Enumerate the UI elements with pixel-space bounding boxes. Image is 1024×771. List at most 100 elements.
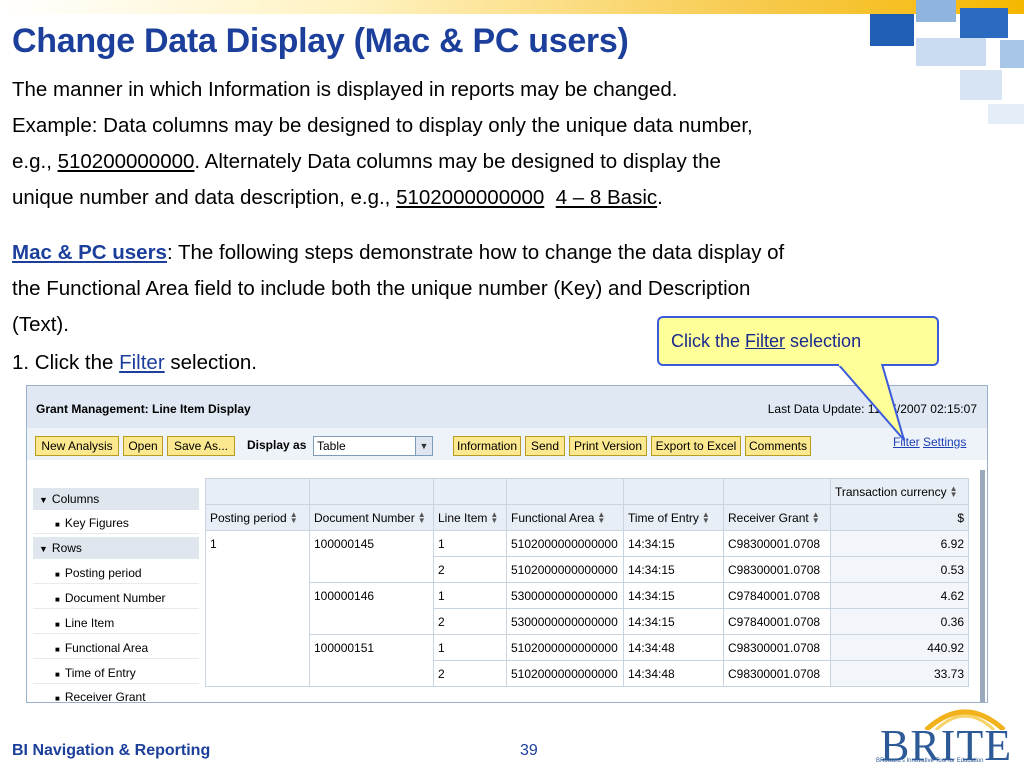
sort-icon[interactable]: ▲ ▼ bbox=[702, 511, 710, 525]
table-header-blank bbox=[205, 478, 310, 505]
table-cell: C98300001.0708 bbox=[723, 530, 831, 557]
table-cell bbox=[205, 660, 310, 687]
nav-line-item[interactable]: ■ Line Item bbox=[33, 612, 199, 634]
intro-line-3-pre: e.g., bbox=[12, 150, 58, 173]
table-cell: 5102000000000000 bbox=[506, 530, 624, 557]
information-button[interactable]: Information bbox=[453, 436, 521, 456]
brite-logo-tagline: BRoward's Innovative Tool for Education bbox=[876, 758, 984, 764]
table-cell: 2 bbox=[433, 608, 507, 635]
table-cell: 14:34:48 bbox=[623, 660, 724, 687]
sort-icon[interactable]: ▲ ▼ bbox=[812, 511, 820, 525]
col-header-time-of-entry[interactable]: Time of Entry ▲ ▼ bbox=[623, 504, 724, 531]
open-button[interactable]: Open bbox=[123, 436, 163, 456]
save-as-button[interactable]: Save As... bbox=[167, 436, 235, 456]
col-header-document-number[interactable]: Document Number ▲ ▼ bbox=[309, 504, 434, 531]
table-cell: 6.92 bbox=[830, 530, 969, 557]
step-1-post: selection. bbox=[164, 351, 257, 374]
bullet-icon: ■ bbox=[55, 570, 60, 579]
table-header-blank bbox=[309, 478, 434, 505]
table-row: 100000146 1 5300000000000000 14:34:15 C97840… bbox=[205, 582, 969, 609]
table-cell bbox=[309, 608, 434, 635]
intro-line-4-pre: unique number and data description, e.g.… bbox=[12, 186, 397, 209]
print-version-button[interactable]: Print Version bbox=[569, 436, 647, 456]
steps-line-2-text: the Functional Area field to include bot… bbox=[12, 277, 751, 300]
nav-rows[interactable]: ▼ Rows bbox=[33, 537, 199, 559]
table-header-blank bbox=[623, 478, 724, 505]
table-row: 100000151 1 5102000000000000 14:34:48 C98300… bbox=[205, 634, 969, 661]
intro-line-2-text: Example: Data columns may be designed to… bbox=[12, 114, 753, 137]
table-cell: C97840001.0708 bbox=[723, 582, 831, 609]
nav-functional-area[interactable]: ■ Functional Area bbox=[33, 637, 199, 659]
nav-time-of-entry[interactable]: ■ Time of Entry bbox=[33, 662, 199, 684]
table-cell: 5300000000000000 bbox=[506, 582, 624, 609]
chevron-down-icon[interactable]: ▼ bbox=[415, 437, 432, 455]
steps-line-2: the Functional Area field to include bot… bbox=[12, 271, 750, 307]
currency-header[interactable]: Transaction currency ▲ ▼ bbox=[830, 478, 969, 505]
currency-header-label: Transaction currency bbox=[835, 484, 947, 499]
nav-document-number[interactable]: ■ Document Number bbox=[33, 587, 199, 609]
sort-icon[interactable]: ▲ ▼ bbox=[290, 511, 298, 525]
col-header-amount: $ bbox=[830, 504, 969, 531]
nav-columns[interactable]: ▼ Columns bbox=[33, 488, 199, 510]
col-header-posting-period[interactable]: Posting period ▲ ▼ bbox=[205, 504, 310, 531]
bullet-icon: ■ bbox=[55, 645, 60, 654]
col-header-line-item[interactable]: Line Item ▲ ▼ bbox=[433, 504, 507, 531]
sort-icon[interactable]: ▲ ▼ bbox=[597, 511, 605, 525]
intro-line-4: unique number and data description, e.g.… bbox=[12, 180, 663, 216]
sort-icon[interactable]: ▲ ▼ bbox=[950, 485, 958, 499]
nav-columns-label: Columns bbox=[51, 492, 100, 506]
intro-line-3: e.g., 510200000000. Alternately Data col… bbox=[12, 144, 721, 180]
sort-icon[interactable]: ▲ ▼ bbox=[418, 511, 426, 525]
col-header-label: Posting period bbox=[210, 510, 287, 525]
nav-key-figures[interactable]: ■ Key Figures bbox=[33, 512, 199, 534]
table-cell: C98300001.0708 bbox=[723, 660, 831, 687]
caret-down-icon: ▼ bbox=[39, 495, 48, 505]
filter-callout: Click the Filter selection bbox=[657, 316, 939, 366]
table-cell: 1 bbox=[433, 530, 507, 557]
col-header-label: Time of Entry bbox=[628, 510, 699, 525]
bullet-icon: ■ bbox=[55, 520, 60, 529]
table-cell bbox=[205, 556, 310, 583]
new-analysis-button[interactable]: New Analysis bbox=[35, 436, 119, 456]
example-description: 4 – 8 Basic bbox=[555, 186, 658, 209]
sort-icon[interactable]: ▲ ▼ bbox=[490, 511, 498, 525]
send-button[interactable]: Send bbox=[525, 436, 565, 456]
bullet-icon: ■ bbox=[55, 670, 60, 679]
comments-button[interactable]: Comments bbox=[745, 436, 811, 456]
page-number: 39 bbox=[520, 742, 538, 759]
intro-line-3-post: . Alternately Data columns may be design… bbox=[194, 150, 721, 173]
callout-pointer bbox=[837, 364, 905, 441]
step-1-pre: 1. Click the bbox=[12, 351, 120, 374]
step-1-filter-link[interactable]: Filter bbox=[119, 351, 165, 374]
vertical-scrollbar[interactable] bbox=[980, 470, 985, 702]
deco-square-6 bbox=[960, 70, 1002, 100]
table-cell: C98300001.0708 bbox=[723, 634, 831, 661]
export-to-excel-button[interactable]: Export to Excel bbox=[651, 436, 741, 456]
col-header-functional-area[interactable]: Functional Area ▲ ▼ bbox=[506, 504, 624, 531]
settings-link[interactable]: Settings bbox=[923, 435, 966, 449]
col-header-receiver-grant[interactable]: Receiver Grant ▲ ▼ bbox=[723, 504, 831, 531]
footer-course-title: BI Navigation & Reporting bbox=[12, 742, 211, 759]
table-cell: 5102000000000000 bbox=[506, 634, 624, 661]
nav-posting-period[interactable]: ■ Posting period bbox=[33, 562, 199, 584]
table-cell: C97840001.0708 bbox=[723, 608, 831, 635]
table-cell bbox=[205, 582, 310, 609]
col-header-label: Receiver Grant bbox=[728, 510, 809, 525]
display-as-label: Display as bbox=[247, 438, 307, 452]
mac-pc-users-link[interactable]: Mac & PC users bbox=[12, 241, 167, 264]
callout-filter-link: Filter bbox=[745, 331, 786, 351]
intro-line-1: The manner in which Information is displ… bbox=[12, 72, 677, 108]
table-cell bbox=[309, 556, 434, 583]
results-table: Transaction currency ▲ ▼ Posting period ▲ ▼ … bbox=[205, 478, 969, 687]
bullet-icon: ■ bbox=[55, 595, 60, 604]
report-title: Grant Management: Line Item Display bbox=[36, 402, 251, 416]
table-row: 2 5300000000000000 14:34:15 C97840001.0708 0… bbox=[205, 608, 969, 635]
display-as-value: Table bbox=[317, 439, 346, 453]
step-1: 1. Click the Filter selection. bbox=[12, 345, 257, 381]
nav-receiver-grant[interactable]: ■ Receiver Grant bbox=[33, 686, 199, 702]
slide-title: Change Data Display (Mac & PC users) bbox=[12, 22, 629, 60]
nav-key-figures-label: Key Figures bbox=[64, 516, 129, 530]
intro-line-2: Example: Data columns may be designed to… bbox=[12, 108, 753, 144]
display-as-select[interactable]: Table ▼ bbox=[313, 436, 433, 456]
table-cell: 14:34:15 bbox=[623, 556, 724, 583]
